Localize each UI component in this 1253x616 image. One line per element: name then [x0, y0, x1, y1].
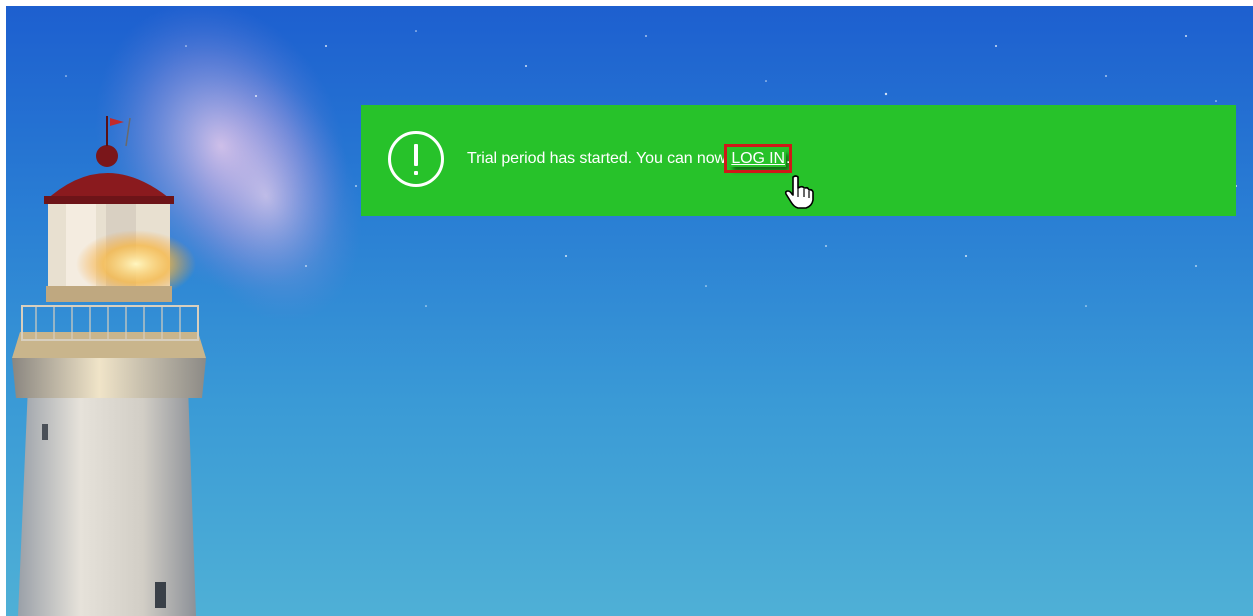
- trial-started-banner: Trial period has started. You can now LO…: [361, 105, 1236, 216]
- login-link[interactable]: LOG IN: [724, 144, 792, 173]
- hand-pointer-icon: [784, 175, 814, 209]
- page-background: Trial period has started. You can now LO…: [6, 6, 1253, 616]
- banner-message-text: Trial period has started. You can now: [467, 150, 731, 167]
- exclamation-circle-icon: [388, 131, 444, 187]
- banner-message: Trial period has started. You can now LO…: [467, 144, 792, 173]
- lighthouse-photo: [12, 6, 1237, 616]
- banner-message-suffix: .: [785, 150, 791, 167]
